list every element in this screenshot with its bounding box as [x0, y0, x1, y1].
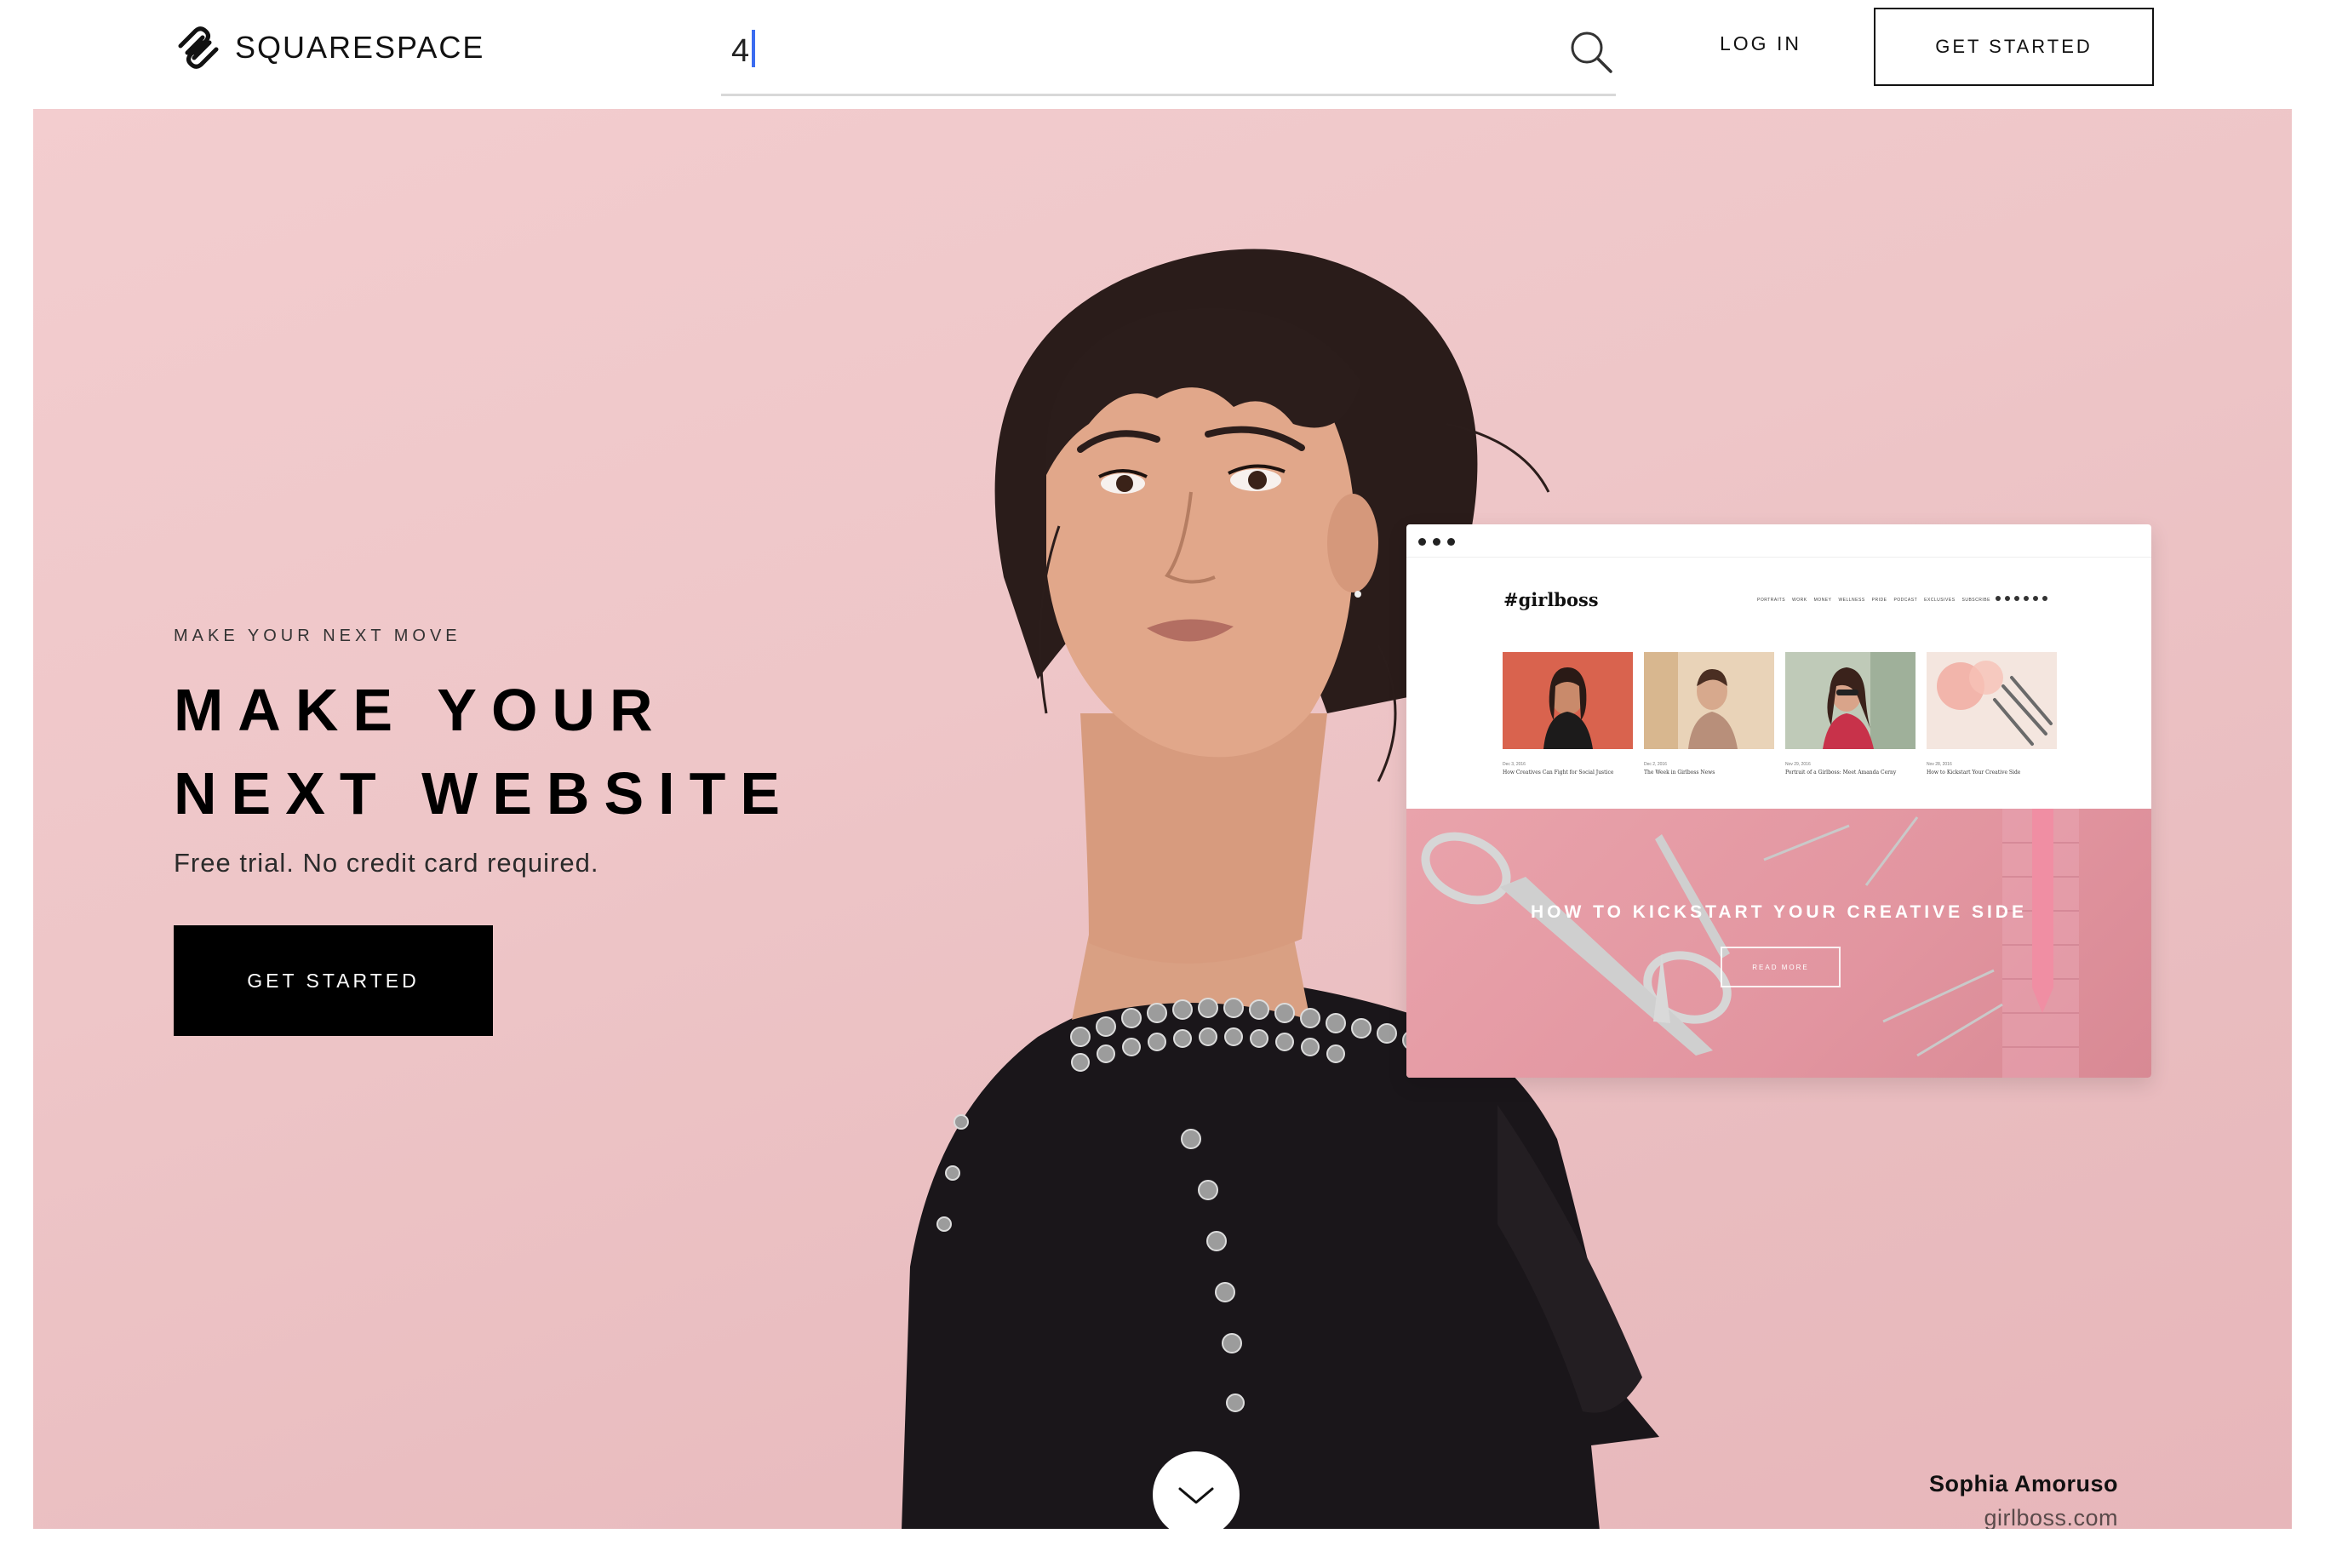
post-caption: How to Kickstart Your Creative Side [1927, 770, 2021, 775]
preview-nav-item: PRIDE [1871, 598, 1887, 603]
preview-feature-title: HOW TO KICKSTART YOUR CREATIVE SIDE [1531, 902, 2027, 922]
preview-feature-banner: HOW TO KICKSTART YOUR CREATIVE SIDE READ… [1406, 809, 2151, 1078]
search-bar [721, 15, 1616, 96]
window-dots-icon [1418, 538, 1455, 546]
preview-nav-item: WORK [1792, 598, 1807, 603]
preview-nav-item: MONEY [1813, 598, 1832, 603]
headline-line-1: MAKE YOUR [174, 677, 667, 743]
preview-nav: PORTRAITS WORK MONEY WELLNESS PRIDE PODC… [1757, 598, 1990, 603]
preview-nav-item: WELLNESS [1838, 598, 1865, 603]
post-caption: Portrait of a Girlboss: Meet Amanda Cern… [1785, 770, 1897, 775]
post-thumbnail-image [1927, 652, 2057, 749]
post-date: Nov 28, 2016 [1927, 762, 1952, 767]
post-thumbnail-image [1785, 652, 1916, 749]
post-caption: The Week in Girlboss News [1644, 770, 1715, 775]
header-get-started-button[interactable]: GET STARTED [1874, 8, 2154, 86]
hero-section: MAKE YOUR NEXT MOVE MAKE YOUR NEXT WEBSI… [33, 109, 2292, 1529]
preview-nav-item: EXCLUSIVES [1924, 598, 1956, 603]
preview-site-logo: #girlboss [1503, 589, 1599, 610]
preview-post: Nov 28, 2016 How to Kickstart Your Creat… [1927, 652, 2057, 775]
preview-nav-item: SUBSCRIBE [1961, 598, 1990, 603]
post-thumbnail-image [1644, 652, 1774, 749]
headline-line-2: NEXT WEBSITE [174, 760, 795, 827]
scroll-down-button[interactable] [1153, 1451, 1240, 1529]
post-date: Dec 2, 2016 [1644, 762, 1667, 767]
attribution-site-link[interactable]: girlboss.com [1984, 1505, 2118, 1529]
website-preview-card: #girlboss PORTRAITS WORK MONEY WELLNESS … [1406, 524, 2151, 1078]
post-date: Nov 29, 2016 [1785, 762, 1811, 767]
hero-eyebrow: MAKE YOUR NEXT MOVE [174, 627, 461, 645]
hero-headline: MAKE YOUR NEXT WEBSITE [174, 668, 794, 835]
preview-social-icons [1996, 596, 2047, 601]
preview-post: Dec 3, 2016 How Creatives Can Fight for … [1503, 652, 1633, 775]
scissors-image [1421, 809, 2079, 1078]
text-caret [752, 30, 755, 67]
hero-get-started-button[interactable]: GET STARTED [174, 925, 493, 1036]
hero-subtitle: Free trial. No credit card required. [174, 848, 599, 878]
post-caption: How Creatives Can Fight for Social Justi… [1503, 770, 1614, 775]
preview-read-more-button: READ MORE [1721, 947, 1841, 987]
preview-post: Nov 29, 2016 Portrait of a Girlboss: Mee… [1785, 652, 1916, 775]
search-icon[interactable] [1566, 27, 1616, 77]
preview-post-grid: Dec 3, 2016 How Creatives Can Fight for … [1503, 652, 2057, 775]
attribution-name: Sophia Amoruso [1928, 1471, 2118, 1496]
squarespace-logo-icon [178, 26, 219, 69]
preview-nav-item: PORTRAITS [1757, 598, 1786, 603]
search-input[interactable] [731, 27, 1498, 75]
preview-post: Dec 2, 2016 The Week in Girlboss News [1644, 652, 1774, 775]
login-link[interactable]: LOG IN [1720, 32, 1801, 55]
card-divider [1406, 557, 2151, 558]
brand-name: SQUARESPACE [235, 30, 485, 65]
post-date: Dec 3, 2016 [1503, 762, 1526, 767]
squarespace-logo[interactable]: SQUARESPACE [174, 24, 484, 72]
chevron-down-icon [1178, 1487, 1214, 1504]
post-thumbnail-image [1503, 652, 1633, 749]
preview-nav-item: PODCAST [1893, 598, 1918, 603]
